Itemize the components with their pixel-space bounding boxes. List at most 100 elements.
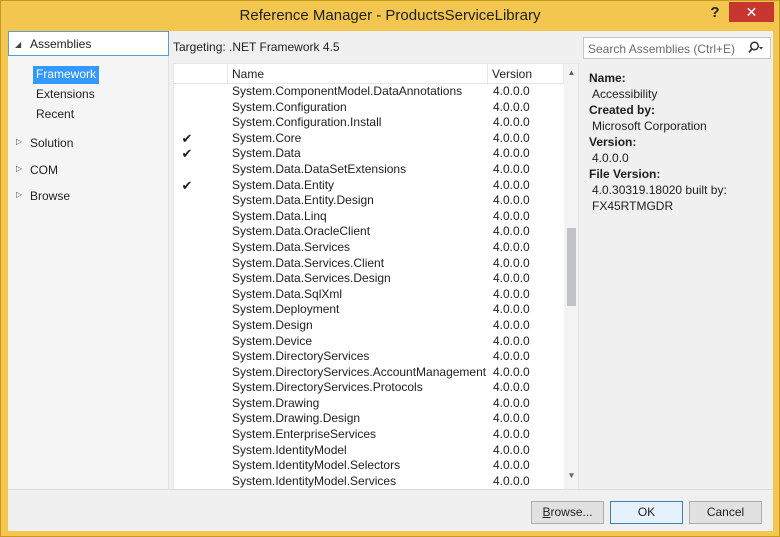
assembly-name: System.EnterpriseServices bbox=[232, 427, 377, 442]
table-row[interactable]: System.Deployment 4.0.0.0 bbox=[174, 302, 564, 318]
assembly-version: 4.0.0.0 bbox=[493, 473, 530, 488]
assembly-version: 4.0.0.0 bbox=[493, 161, 530, 176]
table-row[interactable]: System.DirectoryServices.Protocols 4.0.0.… bbox=[174, 380, 564, 396]
row-checkbox[interactable] bbox=[180, 366, 194, 380]
assembly-name: System.Data.DataSetExtensions bbox=[232, 161, 407, 176]
table-row[interactable]: System.Data.Services.Client 4.0.0.0 bbox=[174, 256, 564, 272]
table-row[interactable]: System.Drawing.Design 4.0.0.0 bbox=[174, 411, 564, 427]
row-checkbox[interactable] bbox=[180, 85, 194, 99]
nav-item-extensions[interactable]: Extensions bbox=[33, 86, 98, 104]
assembly-version: 4.0.0.0 bbox=[493, 333, 530, 348]
assembly-version: 4.0.0.0 bbox=[493, 224, 530, 239]
nav-item-framework[interactable]: Framework bbox=[33, 66, 100, 84]
row-checkbox[interactable] bbox=[180, 101, 194, 115]
row-checkbox[interactable] bbox=[180, 116, 194, 130]
row-checkbox[interactable] bbox=[180, 210, 194, 224]
row-checkbox[interactable] bbox=[180, 163, 194, 177]
row-checkbox[interactable] bbox=[180, 272, 194, 286]
nav-com-label: COM bbox=[30, 163, 58, 177]
row-checkbox[interactable] bbox=[180, 428, 194, 442]
table-row[interactable]: System.DirectoryServices 4.0.0.0 bbox=[174, 349, 564, 365]
detail-version-value: 4.0.0.0 bbox=[592, 151, 629, 165]
assembly-version: 4.0.0.0 bbox=[493, 146, 530, 161]
table-row[interactable]: System.Configuration 4.0.0.0 bbox=[174, 100, 564, 116]
table-row[interactable]: System.Data.SqlXml 4.0.0.0 bbox=[174, 287, 564, 303]
table-row[interactable]: System.Data.Entity.Design 4.0.0.0 bbox=[174, 193, 564, 209]
detail-file-version-line2: FX45RTMGDR bbox=[592, 199, 674, 213]
table-row[interactable]: System.Device 4.0.0.0 bbox=[174, 334, 564, 350]
table-row[interactable]: System.Design 4.0.0.0 bbox=[174, 318, 564, 334]
left-nav: ◢ Assemblies Framework Extensions Recent… bbox=[8, 31, 169, 489]
search-assemblies-input[interactable]: Search Assemblies (Ctrl+E) bbox=[583, 37, 771, 59]
row-checkbox[interactable] bbox=[180, 381, 194, 395]
close-button[interactable]: ✕ bbox=[729, 2, 774, 22]
row-checkbox[interactable] bbox=[180, 350, 194, 364]
row-checkbox[interactable] bbox=[180, 241, 194, 255]
detail-created-value: Microsoft Corporation bbox=[592, 119, 707, 133]
checkmark-icon[interactable]: ✔ bbox=[180, 132, 194, 146]
checkmark-icon[interactable]: ✔ bbox=[180, 147, 194, 161]
row-checkbox[interactable] bbox=[180, 412, 194, 426]
help-button[interactable]: ? bbox=[704, 4, 726, 24]
checkmark-icon[interactable]: ✔ bbox=[180, 179, 194, 193]
nav-browse[interactable]: ▷ Browse bbox=[8, 187, 169, 205]
row-checkbox[interactable] bbox=[180, 194, 194, 208]
table-row[interactable]: System.Data.Services 4.0.0.0 bbox=[174, 240, 564, 256]
nav-assemblies-label: Assemblies bbox=[30, 37, 92, 51]
table-row[interactable]: System.Data.OracleClient 4.0.0.0 bbox=[174, 224, 564, 240]
assembly-version: 4.0.0.0 bbox=[493, 395, 530, 410]
table-row[interactable]: System.Drawing 4.0.0.0 bbox=[174, 396, 564, 412]
table-row[interactable]: ✔ System.Data.Entity 4.0.0.0 bbox=[174, 178, 564, 194]
table-row[interactable]: ✔ System.Core 4.0.0.0 bbox=[174, 131, 564, 147]
table-row[interactable]: System.ComponentModel.DataAnnotations 4.0… bbox=[174, 84, 564, 100]
nav-assemblies[interactable]: ◢ Assemblies bbox=[8, 31, 169, 56]
expand-triangle-icon: ▷ bbox=[16, 164, 23, 173]
table-row[interactable]: System.Data.Linq 4.0.0.0 bbox=[174, 209, 564, 225]
table-row[interactable]: System.Configuration.Install 4.0.0.0 bbox=[174, 115, 564, 131]
scroll-thumb[interactable] bbox=[567, 228, 576, 306]
checkbox-column-header[interactable] bbox=[174, 64, 228, 84]
table-row[interactable]: System.Data.DataSetExtensions 4.0.0.0 bbox=[174, 162, 564, 178]
assembly-name: System.Configuration.Install bbox=[232, 115, 382, 130]
nav-browse-label: Browse bbox=[30, 189, 71, 203]
assembly-name: System.Device bbox=[232, 333, 313, 348]
row-checkbox[interactable] bbox=[180, 319, 194, 333]
row-checkbox[interactable] bbox=[180, 475, 194, 489]
row-checkbox[interactable] bbox=[180, 288, 194, 302]
table-row[interactable]: System.Data.Services.Design 4.0.0.0 bbox=[174, 271, 564, 287]
table-row[interactable]: System.IdentityModel 4.0.0.0 bbox=[174, 443, 564, 459]
row-checkbox[interactable] bbox=[180, 459, 194, 473]
table-row[interactable]: ✔ System.Data 4.0.0.0 bbox=[174, 146, 564, 162]
table-row[interactable]: System.IdentityModel.Selectors 4.0.0.0 bbox=[174, 458, 564, 474]
search-icon[interactable] bbox=[748, 40, 764, 56]
expand-triangle-icon: ▷ bbox=[16, 137, 23, 146]
table-row[interactable]: System.EnterpriseServices 4.0.0.0 bbox=[174, 427, 564, 443]
assembly-version: 4.0.0.0 bbox=[493, 442, 530, 457]
detail-name-value: Accessibility bbox=[592, 87, 658, 101]
nav-solution[interactable]: ▷ Solution bbox=[8, 134, 169, 152]
version-column-header[interactable]: Version bbox=[488, 64, 564, 84]
table-row[interactable]: System.DirectoryServices.AccountManageme… bbox=[174, 365, 564, 381]
browse-label: rowse... bbox=[550, 505, 593, 519]
browse-button[interactable]: Browse... bbox=[531, 501, 604, 524]
nav-com[interactable]: ▷ COM bbox=[8, 161, 169, 179]
nav-item-recent[interactable]: Recent bbox=[33, 106, 77, 124]
row-checkbox[interactable] bbox=[180, 303, 194, 317]
cancel-button[interactable]: Cancel bbox=[689, 501, 762, 524]
scroll-up-icon[interactable]: ▲ bbox=[564, 68, 578, 82]
assembly-name: System.Data.Entity bbox=[232, 177, 335, 192]
table-row[interactable]: System.IdentityModel.Services 4.0.0.0 bbox=[174, 473, 564, 489]
scroll-down-icon[interactable]: ▼ bbox=[564, 471, 578, 485]
table-scrollbar[interactable]: ▲ ▼ bbox=[564, 64, 578, 489]
row-checkbox[interactable] bbox=[180, 257, 194, 271]
detail-version-label: Version: bbox=[589, 135, 637, 149]
row-checkbox[interactable] bbox=[180, 225, 194, 239]
assembly-version: 4.0.0.0 bbox=[493, 177, 530, 192]
row-checkbox[interactable] bbox=[180, 397, 194, 411]
assembly-name: System.DirectoryServices.Protocols bbox=[232, 380, 423, 395]
row-checkbox[interactable] bbox=[180, 444, 194, 458]
row-checkbox[interactable] bbox=[180, 335, 194, 349]
name-column-header[interactable]: Name bbox=[228, 64, 488, 84]
assembly-version: 4.0.0.0 bbox=[493, 99, 530, 114]
ok-button[interactable]: OK bbox=[610, 501, 683, 524]
